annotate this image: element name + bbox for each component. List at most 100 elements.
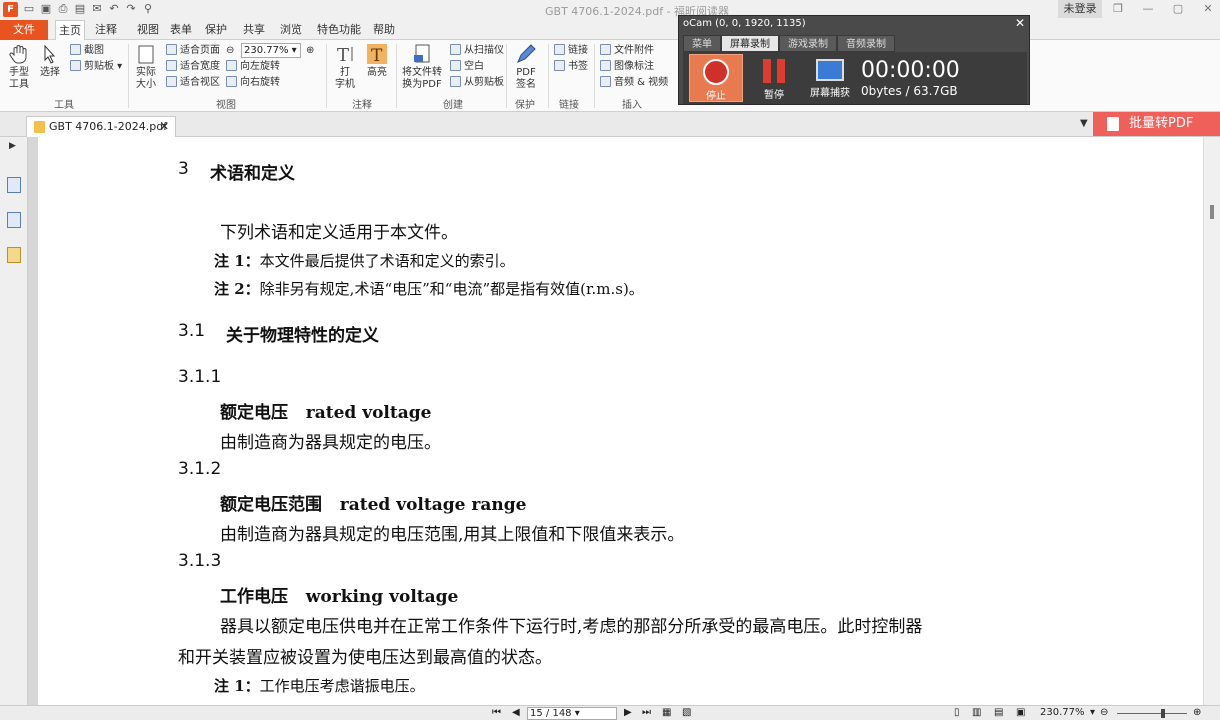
print-icon[interactable]: ⎙ <box>56 2 70 16</box>
tab-home[interactable]: 主页 <box>55 20 85 41</box>
copy-page-icon[interactable]: ▧ <box>682 707 691 718</box>
tab-browse[interactable]: 浏览 <box>280 20 302 40</box>
term-3-english: working voltage <box>305 587 459 607</box>
tab-share[interactable]: 共享 <box>243 20 265 40</box>
group-label-view: 视图 <box>216 100 236 111</box>
batch-convert-button[interactable]: 批量转PDF <box>1093 112 1220 136</box>
page-layout-icon[interactable]: ▦ <box>662 707 671 718</box>
note-1-label: 注 1： <box>214 252 260 270</box>
zoom-in-icon[interactable]: ⊕ <box>1193 707 1201 718</box>
zoom-out-icon[interactable]: ⊖ <box>1100 707 1108 718</box>
maximize-icon[interactable]: ▢ <box>1170 2 1186 16</box>
typewriter-button[interactable]: T 打 字机 <box>334 43 356 91</box>
facing-view-icon[interactable]: ▤ <box>994 707 1003 718</box>
ocam-tab-audio-record[interactable]: 音频录制 <box>837 35 895 52</box>
close-tab-icon[interactable]: ✕ <box>160 117 169 137</box>
pdf-file-icon <box>34 121 45 133</box>
page-number-input[interactable]: 15 / 148 ▾ <box>527 707 617 720</box>
screenshot-button[interactable]: 截图 <box>70 44 104 58</box>
fit-region-button[interactable]: 适合视区 <box>166 76 220 90</box>
fit-page-button[interactable]: 适合页面 <box>166 44 220 58</box>
document-tab[interactable]: GBT 4706.1-2024.pdf ✕ <box>26 116 176 137</box>
quick-access-toolbar: ▭ ▣ ⎙ ▤ ✉ ↶ ↷ ⚲ <box>22 2 155 16</box>
blank-page-button[interactable]: 空白 <box>450 60 484 74</box>
actual-size-button[interactable]: 实际 大小 <box>134 43 158 91</box>
status-bar: ⏮ ◀ 15 / 148 ▾ ▶ ⏭ ▦ ▧ ▯ ▥ ▤ ▣ 230.77% ▾… <box>0 705 1220 720</box>
login-button[interactable]: 未登录 <box>1058 0 1102 18</box>
image-annotation-button[interactable]: 图像标注 <box>600 60 654 74</box>
ocam-tab-screen-record[interactable]: 屏幕录制 <box>721 35 779 52</box>
new-icon[interactable]: ▤ <box>73 2 87 16</box>
tab-form[interactable]: 表单 <box>170 20 192 40</box>
clipboard-icon <box>70 60 81 71</box>
email-icon[interactable]: ✉ <box>90 2 104 16</box>
ocam-close-icon[interactable]: ✕ <box>1015 16 1025 30</box>
close-icon[interactable]: ✕ <box>1200 2 1216 16</box>
zoom-in-button[interactable]: ⊕ <box>306 44 314 58</box>
audio-video-button[interactable]: 音频 & 视频 <box>600 76 668 90</box>
term-1-chinese: 额定电压 <box>220 403 288 423</box>
rotate-right-button[interactable]: 向右旋转 <box>226 76 280 90</box>
tab-view[interactable]: 视图 <box>137 20 159 40</box>
ocam-capture-button[interactable]: 屏幕捕获 <box>803 54 857 102</box>
redo-icon[interactable]: ↷ <box>124 2 138 16</box>
convert-to-pdf-button[interactable]: 将文件转 换为PDF <box>401 43 443 91</box>
link-button[interactable]: 链接 <box>554 44 588 58</box>
zoom-slider[interactable] <box>1117 713 1187 714</box>
zoom-dropdown-icon[interactable]: ▾ <box>1090 707 1095 718</box>
rotate-left-button[interactable]: 向左旋转 <box>226 60 280 74</box>
open-folder-icon[interactable]: ▭ <box>22 2 36 16</box>
select-tool-button[interactable]: 选择 <box>38 43 62 79</box>
subsection-number: 3.1 <box>178 321 206 341</box>
tab-file[interactable]: 文件 <box>0 20 48 40</box>
from-clipboard-label: 从剪贴板 <box>464 77 504 88</box>
tab-protect[interactable]: 保护 <box>205 20 227 40</box>
tab-comment[interactable]: 注释 <box>95 20 117 40</box>
restore-icon[interactable]: ❐ <box>1110 2 1126 16</box>
tab-help[interactable]: 帮助 <box>373 20 395 40</box>
note-2-label: 注 2： <box>214 280 260 298</box>
tab-list-dropdown-icon[interactable]: ▼ <box>1080 118 1088 129</box>
ocam-pause-button[interactable]: 暂停 <box>747 54 801 102</box>
zoom-out-button[interactable]: ⊖ <box>226 44 234 58</box>
ocam-stop-button[interactable]: 停止 <box>689 54 743 102</box>
highlight-button[interactable]: T 高亮 <box>364 43 390 79</box>
split-view-icon[interactable]: ▣ <box>1016 707 1025 718</box>
page-thumbnail-icon[interactable] <box>7 177 21 193</box>
prev-page-button[interactable]: ◀ <box>512 707 520 718</box>
pdf-sign-button[interactable]: PDF 签名 <box>512 43 540 91</box>
bookmark-button[interactable]: 书签 <box>554 60 588 74</box>
expand-panel-icon[interactable]: ▶ <box>9 141 16 151</box>
note-2: 注 2：除非另有规定,术语“电压”和“电流”都是指有效值(r.m.s)。 <box>214 278 644 299</box>
last-page-button[interactable]: ⏭ <box>642 707 651 718</box>
file-attachment-button[interactable]: 文件附件 <box>600 44 654 58</box>
first-page-button[interactable]: ⏮ <box>492 707 501 718</box>
fit-width-button[interactable]: 适合宽度 <box>166 60 220 74</box>
zoom-slider-handle[interactable] <box>1161 709 1165 718</box>
save-icon[interactable]: ▣ <box>39 2 53 16</box>
scanner-icon <box>450 44 461 55</box>
bookmark-icon <box>554 60 565 71</box>
stamp-icon[interactable]: ⚲ <box>141 2 155 16</box>
pause-icon <box>763 59 785 83</box>
zoom-select[interactable]: 230.77% ▾ <box>241 43 301 58</box>
minimize-icon[interactable]: — <box>1140 2 1156 16</box>
tab-features[interactable]: 特色功能 <box>317 20 361 40</box>
layers-icon[interactable] <box>7 212 21 228</box>
comments-icon[interactable] <box>7 247 21 263</box>
cursor-icon <box>44 44 56 64</box>
clipboard-button[interactable]: 剪贴板 ▾ <box>70 60 122 74</box>
group-label-links: 链接 <box>559 100 579 111</box>
undo-icon[interactable]: ↶ <box>107 2 121 16</box>
vertical-scrollbar[interactable] <box>1203 137 1220 705</box>
scrollbar-thumb[interactable] <box>1210 205 1214 219</box>
continuous-view-icon[interactable]: ▥ <box>972 707 981 718</box>
from-clipboard-button[interactable]: 从剪贴板 <box>450 76 504 90</box>
next-page-button[interactable]: ▶ <box>624 707 632 718</box>
panel-splitter[interactable] <box>28 137 38 720</box>
hand-tool-button[interactable]: 手型 工具 <box>4 43 34 91</box>
from-scanner-button[interactable]: 从扫描仪 <box>450 44 504 58</box>
ocam-tab-menu[interactable]: 菜单 <box>683 35 721 52</box>
ocam-tab-game-record[interactable]: 游戏录制 <box>779 35 837 52</box>
single-page-view-icon[interactable]: ▯ <box>954 707 960 718</box>
